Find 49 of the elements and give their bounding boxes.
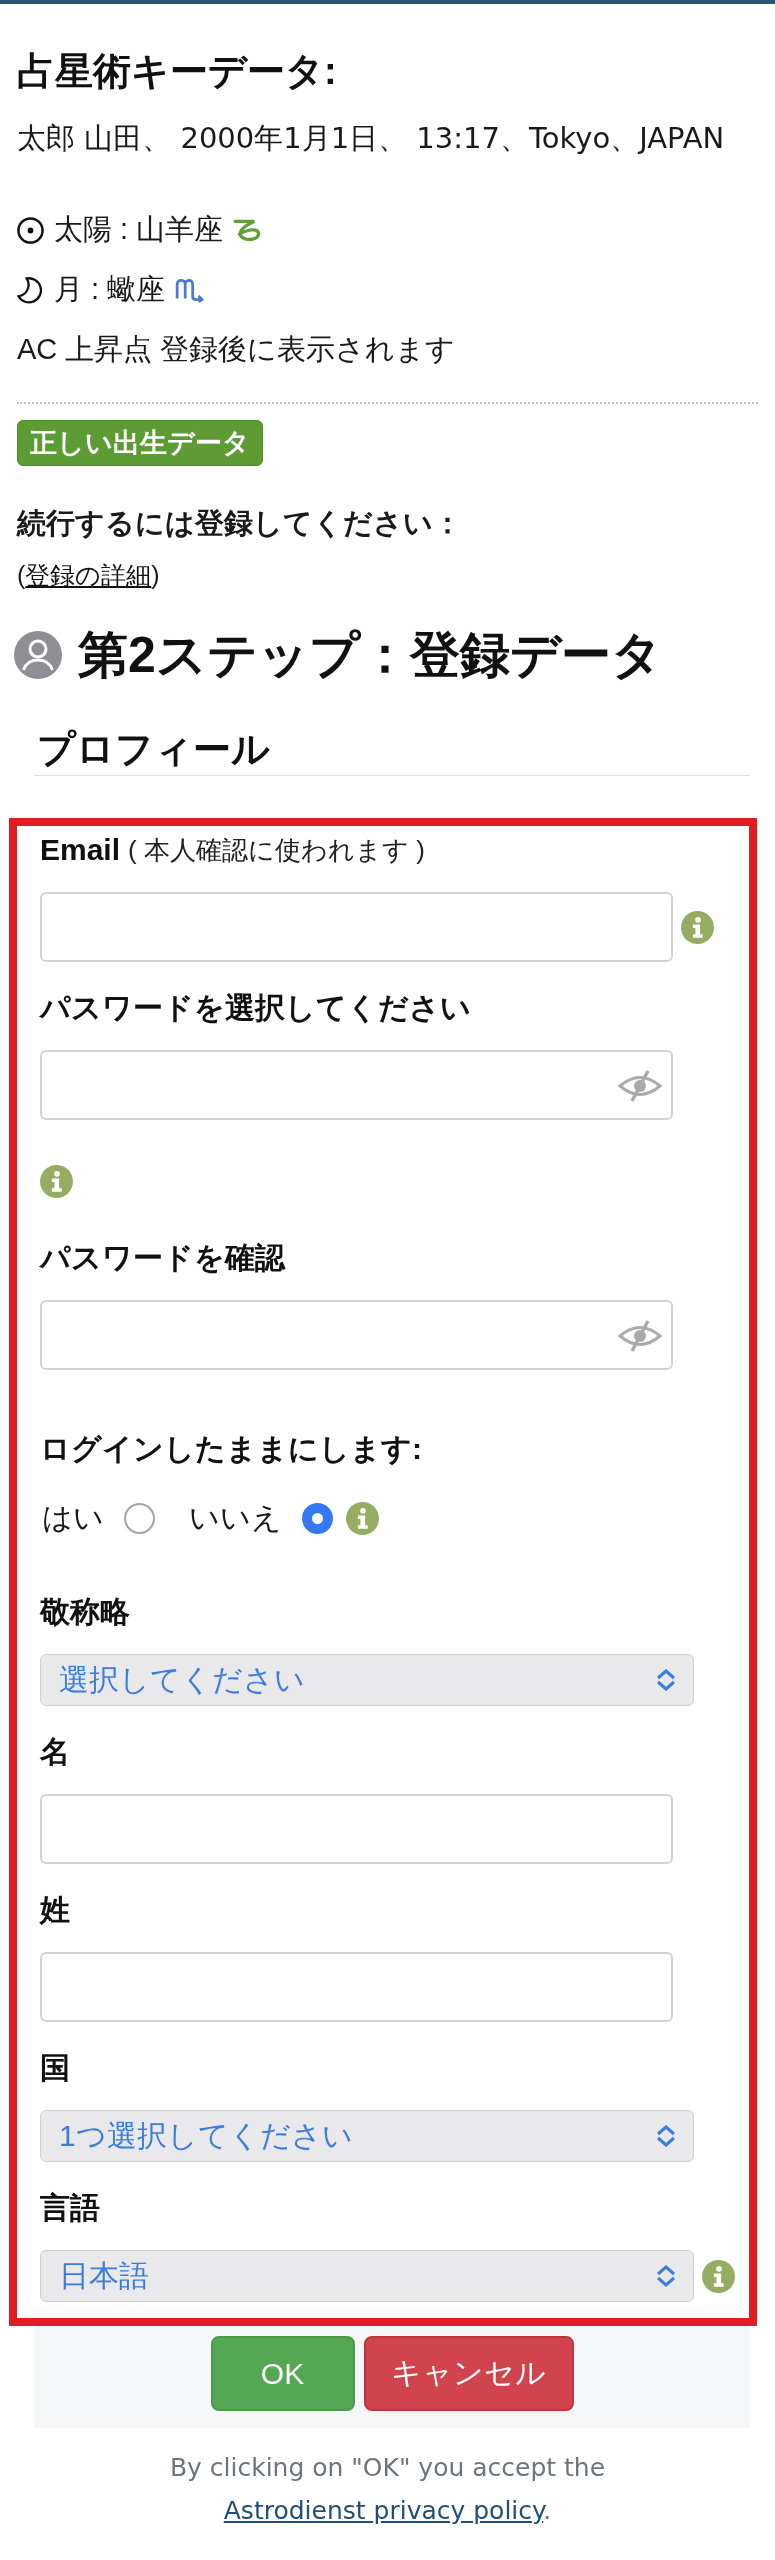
eye-slash-icon[interactable]: [617, 1319, 663, 1353]
chevron-updown-icon: [655, 2124, 677, 2148]
info-icon[interactable]: [702, 2259, 735, 2293]
user-avatar-icon: [14, 631, 62, 679]
password-field[interactable]: [40, 1300, 673, 1370]
privacy-policy-link[interactable]: Astrodienst privacy policy: [223, 2496, 544, 2525]
field-label: 言語: [40, 2189, 100, 2226]
ok-button[interactable]: OK: [210, 2336, 355, 2411]
text-field[interactable]: [40, 1952, 673, 2022]
cancel-button[interactable]: キャンセル: [363, 2336, 574, 2411]
field-label: 名: [40, 1733, 70, 1770]
field-label: パスワードを選択してください: [40, 989, 471, 1026]
field-label: 国: [40, 2049, 70, 2086]
chevron-updown-icon: [655, 1668, 677, 1692]
text-field[interactable]: [40, 1794, 673, 1864]
field-label: 姓: [40, 1891, 70, 1928]
step-heading: 第2ステップ：登録データ: [78, 626, 662, 685]
planet-position-text: 太陽 : 山羊座: [54, 212, 224, 247]
birth-data-button[interactable]: 正しい出生データ: [17, 420, 263, 466]
chevron-updown-icon: [655, 2264, 677, 2288]
radio-button[interactable]: [302, 1502, 333, 1534]
radio-label: はい: [42, 1499, 104, 1536]
info-icon[interactable]: [346, 1501, 379, 1535]
field-label: パスワードを確認: [40, 1239, 285, 1276]
ascendant-text: AC 上昇点 登録後に表示されます: [17, 332, 456, 367]
dropdown[interactable]: 選択してください: [40, 1654, 694, 1706]
info-icon[interactable]: [40, 1165, 73, 1198]
planet-position-text: 月 : 蠍座: [54, 272, 166, 307]
radio-label: いいえ: [189, 1499, 282, 1536]
eye-slash-icon[interactable]: [617, 1069, 663, 1103]
register-details-note: (登録の詳細): [17, 560, 161, 591]
dropdown[interactable]: 1つ選択してください: [40, 2110, 694, 2162]
field-label: ログインしたままにします:: [40, 1430, 422, 1467]
moon-icon: [17, 276, 44, 304]
birth-data-text: 太郎 山田、 2000年1月1日、 13:17、Tokyo、JAPAN: [17, 120, 726, 157]
register-prompt: 続行するには登録してください：: [17, 506, 463, 541]
field-label: 敬称略: [40, 1593, 130, 1630]
field-label: Email: [40, 833, 121, 867]
profile-heading: プロフィール: [36, 727, 271, 772]
key-data-title: 占星術キーデータ:: [17, 49, 338, 94]
field-note: ( 本人確認に使われます ): [128, 833, 425, 867]
consent-text: By clicking on "OK" you accept the Astrodienst privacy policy.: [168, 2452, 607, 2527]
radio-button[interactable]: [124, 1502, 155, 1534]
password-field[interactable]: [40, 1050, 673, 1120]
sun-icon: [17, 216, 44, 244]
dropdown[interactable]: 日本語: [40, 2250, 694, 2302]
info-icon[interactable]: [681, 910, 714, 944]
text-field[interactable]: [40, 892, 673, 962]
register-details-link[interactable]: 登録の詳細: [25, 561, 152, 589]
